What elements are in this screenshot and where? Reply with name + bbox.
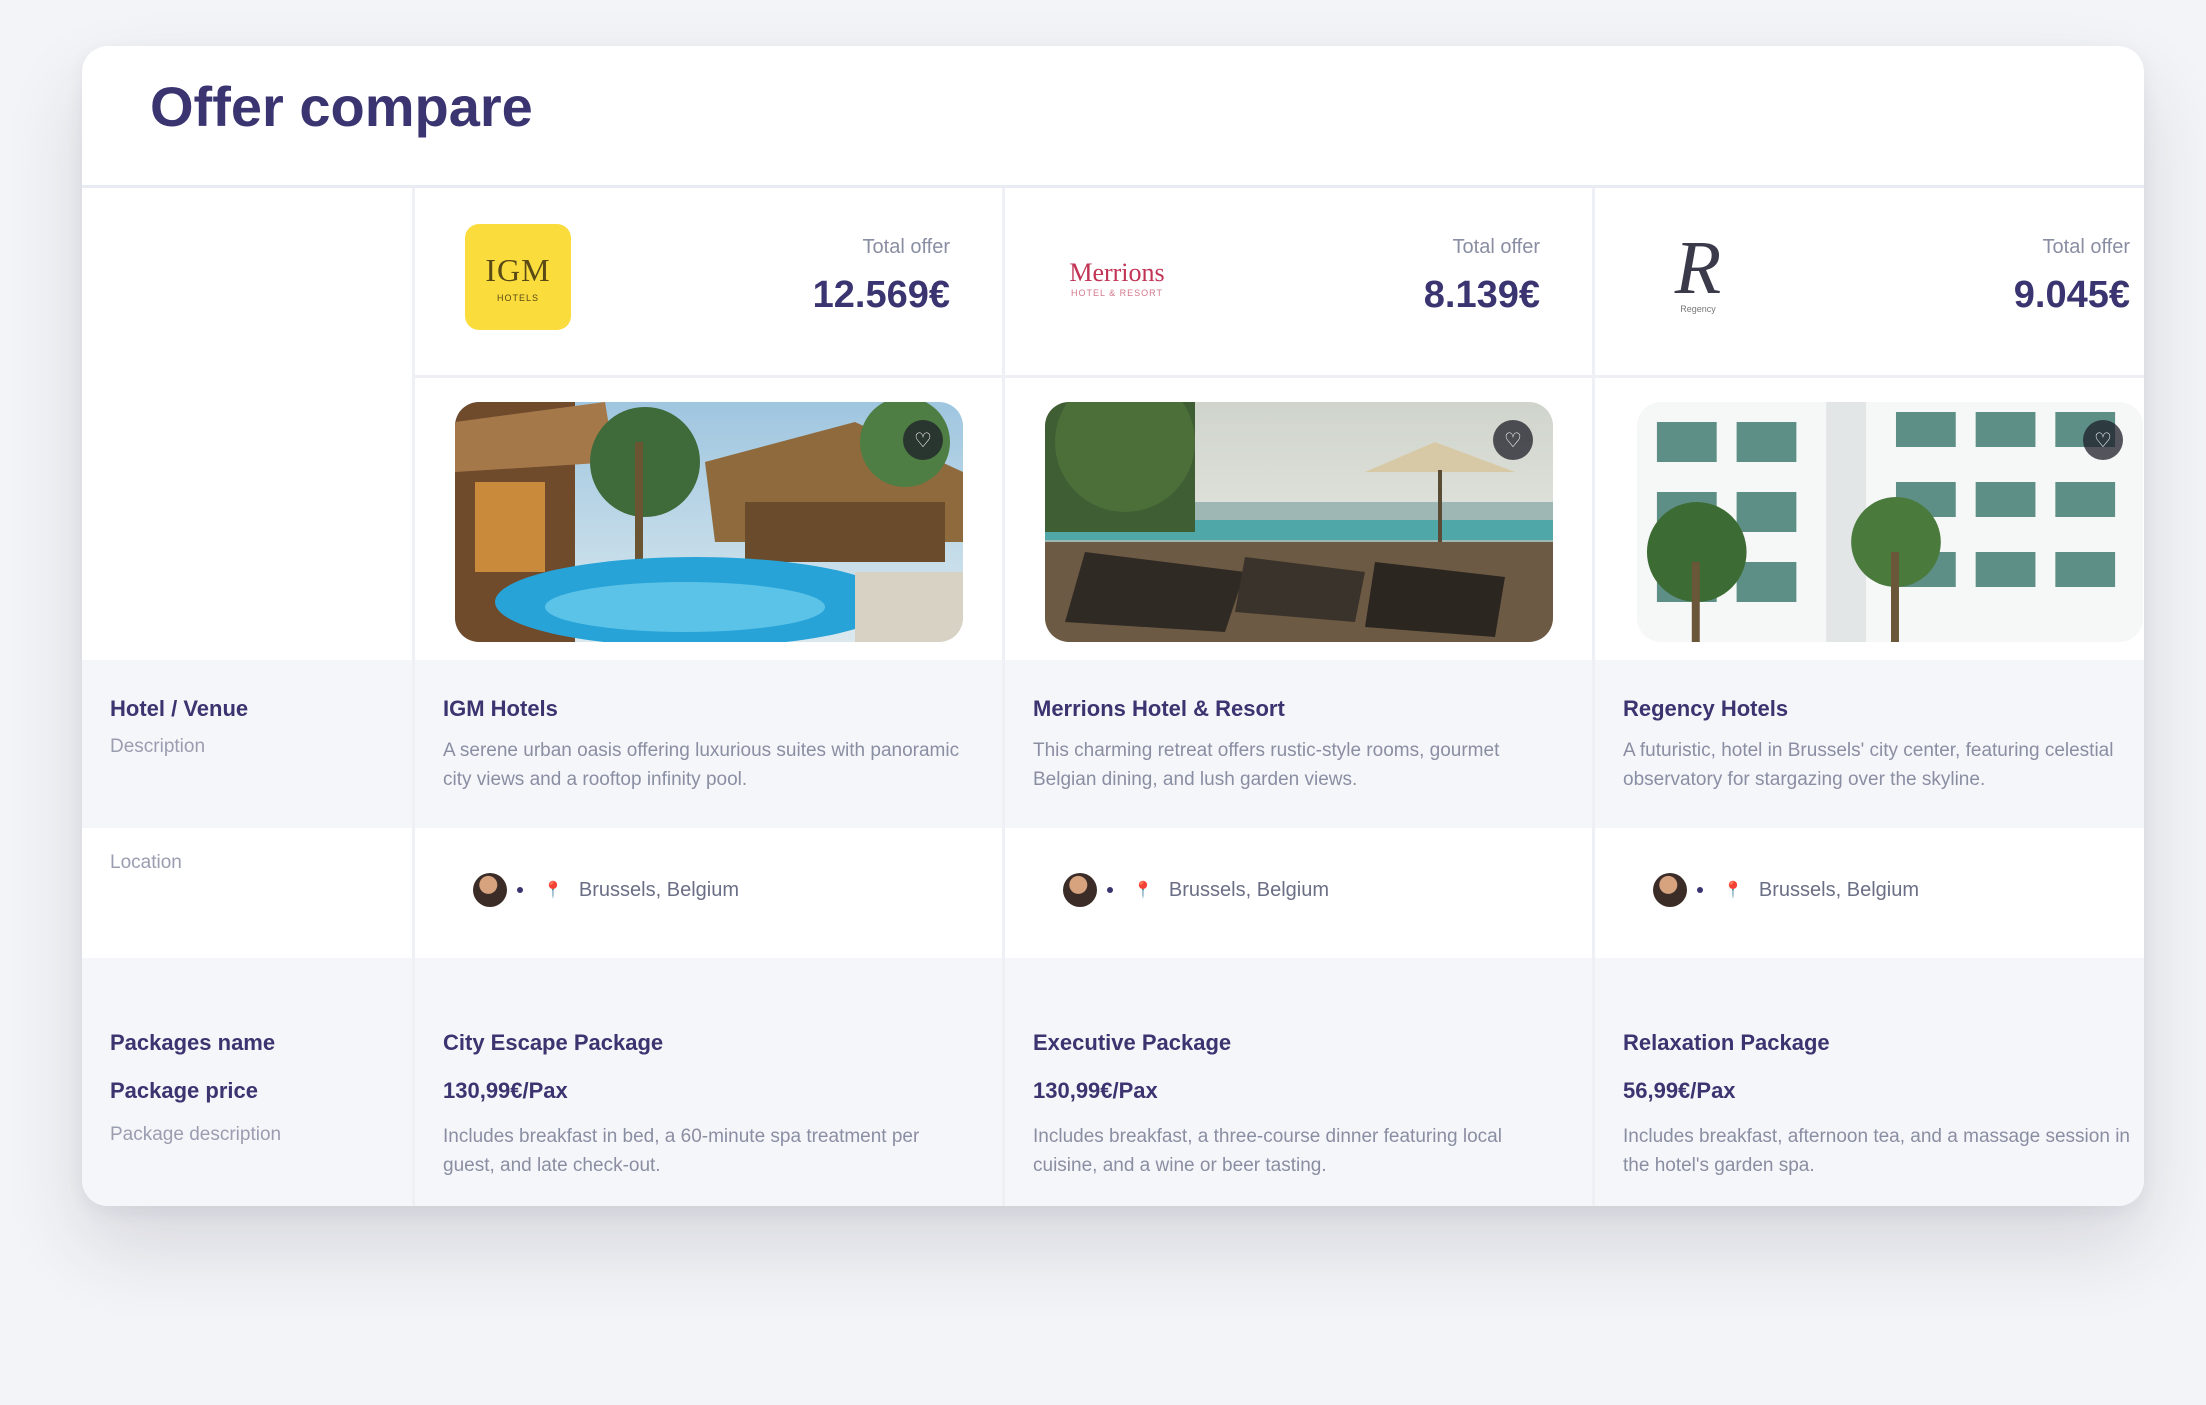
map-pin-icon: 📍 (1723, 882, 1743, 899)
igm-hotels-logo: IGM HOTELS (465, 224, 571, 330)
avatar (1063, 873, 1097, 907)
package-price-label: Package price (110, 1078, 258, 1103)
offer-photo-cell: ♡ (1005, 378, 1595, 660)
regency-logo: R Regency (1674, 226, 1722, 314)
hotel-photo-building[interactable]: ♡ (1637, 402, 2143, 642)
location-row: 📍 Brussels, Belgium (473, 873, 739, 907)
hotel-info-cell: Merrions Hotel & Resort This charming re… (1005, 660, 1595, 828)
location-cell: 📍 Brussels, Belgium (1005, 828, 1595, 958)
hotel-photo-pool[interactable]: ♡ (455, 402, 963, 642)
location-text: Brussels, Belgium (1168, 878, 1329, 901)
row-label-hotel: Hotel / Venue Description (82, 660, 415, 828)
package-name: Executive Package (1033, 1030, 1232, 1055)
total-offer-label: Total offer (2042, 236, 2130, 258)
hotel-description: This charming retreat offers rustic-styl… (1033, 740, 1500, 790)
offer-header-merrions: Merrions HOTEL & RESORT Total offer 8.13… (1005, 188, 1595, 378)
total-offer-value: 8.139€ (1423, 274, 1540, 316)
hotel-name: Regency Hotels (1623, 696, 1789, 721)
separator-dot (1107, 887, 1113, 893)
package-price: 56,99€/Pax (1623, 1078, 1736, 1103)
offer-header-igm: IGM HOTELS Total offer 12.569€ (415, 188, 1005, 378)
row-label-location: Location (82, 828, 415, 958)
package-description-label: Package description (110, 1124, 282, 1145)
offer-header-regency: R Regency Total offer 9.045€ (1595, 188, 2144, 378)
heart-icon[interactable]: ♡ (1493, 420, 1533, 460)
avatar (473, 873, 507, 907)
heart-icon[interactable]: ♡ (903, 420, 943, 460)
location-row: 📍 Brussels, Belgium (1653, 873, 1919, 907)
hotel-name: Merrions Hotel & Resort (1033, 696, 1285, 721)
package-cell: Executive Package 130,99€/Pax Includes b… (1005, 958, 1595, 1206)
package-price: 130,99€/Pax (1033, 1078, 1158, 1103)
hotel-description: A serene urban oasis offering luxurious … (443, 740, 960, 790)
package-name: Relaxation Package (1623, 1030, 1830, 1055)
package-cell: City Escape Package 130,99€/Pax Includes… (415, 958, 1005, 1206)
package-price: 130,99€/Pax (443, 1078, 568, 1103)
location-row: 📍 Brussels, Belgium (1063, 873, 1329, 907)
hotel-info-cell: IGM Hotels A serene urban oasis offering… (415, 660, 1005, 828)
offer-compare-card: Offer compare IGM HOTELS Total offer 12.… (82, 46, 2144, 1206)
location-text: Brussels, Belgium (1758, 878, 1919, 901)
offer-photo-cell: ♡ (415, 378, 1005, 660)
description-label: Description (110, 736, 206, 757)
location-cell: 📍 Brussels, Belgium (415, 828, 1005, 958)
total-offer-value: 12.569€ (812, 274, 950, 316)
empty-corner-cell (82, 188, 415, 660)
hotel-description: A futuristic, hotel in Brussels' city ce… (1623, 740, 2114, 790)
location-cell: 📍 Brussels, Belgium (1595, 828, 2144, 958)
package-description: Includes breakfast in bed, a 60-minute s… (443, 1126, 920, 1176)
package-name-label: Packages name (110, 1030, 276, 1055)
row-label-package: Packages name Package price Package desc… (82, 958, 415, 1206)
card-header: Offer compare (82, 46, 2144, 188)
separator-dot (517, 887, 523, 893)
page-title: Offer compare (150, 75, 533, 138)
compare-table: IGM HOTELS Total offer 12.569€ Merrions … (82, 188, 2144, 1206)
hotel-info-cell: Regency Hotels A futuristic, hotel in Br… (1595, 660, 2144, 828)
map-pin-icon: 📍 (1133, 882, 1153, 899)
hotel-venue-label: Hotel / Venue (110, 696, 249, 721)
location-label: Location (110, 852, 182, 873)
package-cell: Relaxation Package 56,99€/Pax Includes b… (1595, 958, 2144, 1206)
heart-icon[interactable]: ♡ (2083, 420, 2123, 460)
total-offer-value: 9.045€ (2013, 274, 2130, 316)
total-offer-label: Total offer (1452, 236, 1540, 258)
hotel-name: IGM Hotels (443, 696, 558, 721)
map-pin-icon: 📍 (543, 882, 563, 899)
package-description: Includes breakfast, afternoon tea, and a… (1623, 1126, 2130, 1176)
offer-photo-cell: ♡ (1595, 378, 2144, 660)
separator-dot (1697, 887, 1703, 893)
package-name: City Escape Package (443, 1030, 664, 1055)
merrions-logo: Merrions HOTEL & RESORT (1069, 258, 1165, 298)
location-text: Brussels, Belgium (578, 878, 739, 901)
total-offer-label: Total offer (862, 236, 950, 258)
avatar (1653, 873, 1687, 907)
package-description: Includes breakfast, a three-course dinne… (1033, 1126, 1502, 1176)
hotel-photo-terrace[interactable]: ♡ (1045, 402, 1553, 642)
